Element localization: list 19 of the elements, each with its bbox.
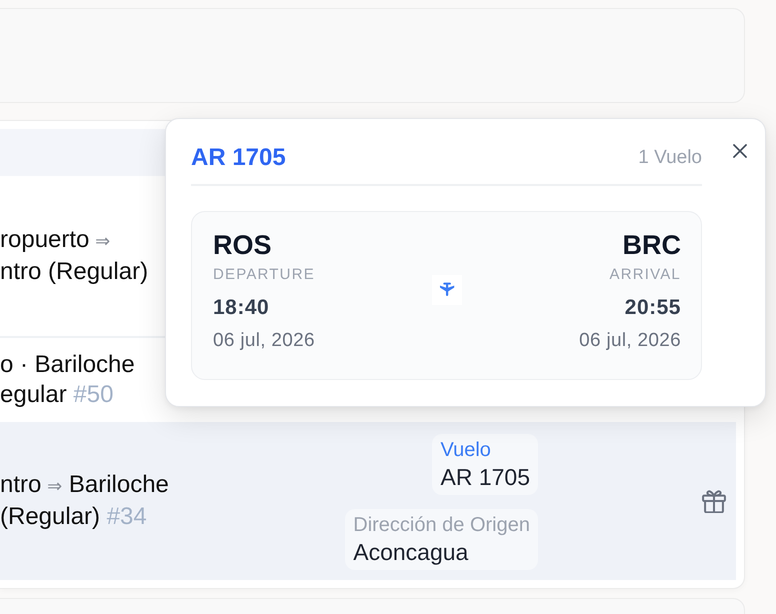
chip-label: Vuelo xyxy=(440,438,491,463)
route-title: ropuerto ⇒ ntro (Regular) xyxy=(0,225,148,287)
departure-label: DEPARTURE xyxy=(213,265,315,285)
route-title: ntro ⇒ Bariloche (Regular) #34 xyxy=(0,470,169,532)
table-row[interactable]: ntro ⇒ Bariloche (Regular) #34 Vuelo AR 1705 Dirección de Origen Aconcagua xyxy=(0,422,736,580)
arrival-time: 20:55 xyxy=(624,295,681,321)
chip-label: Dirección de Origen xyxy=(353,513,530,538)
departure-time: 18:40 xyxy=(213,295,270,321)
popover-title: AR 1705 xyxy=(191,143,286,173)
chip-value: AR 1705 xyxy=(440,463,530,491)
arrival-code: BRC xyxy=(622,229,681,261)
gift-icon xyxy=(702,489,726,513)
departure-date: 06 jul, 2026 xyxy=(213,329,315,353)
chip-value: Aconcagua xyxy=(353,538,468,566)
arrival-date: 06 jul, 2026 xyxy=(579,329,681,353)
close-icon xyxy=(733,144,747,158)
flight-count: 1 Vuelo xyxy=(638,146,702,170)
departure-code: ROS xyxy=(213,229,272,261)
arrival-label: ARRIVAL xyxy=(610,265,681,285)
